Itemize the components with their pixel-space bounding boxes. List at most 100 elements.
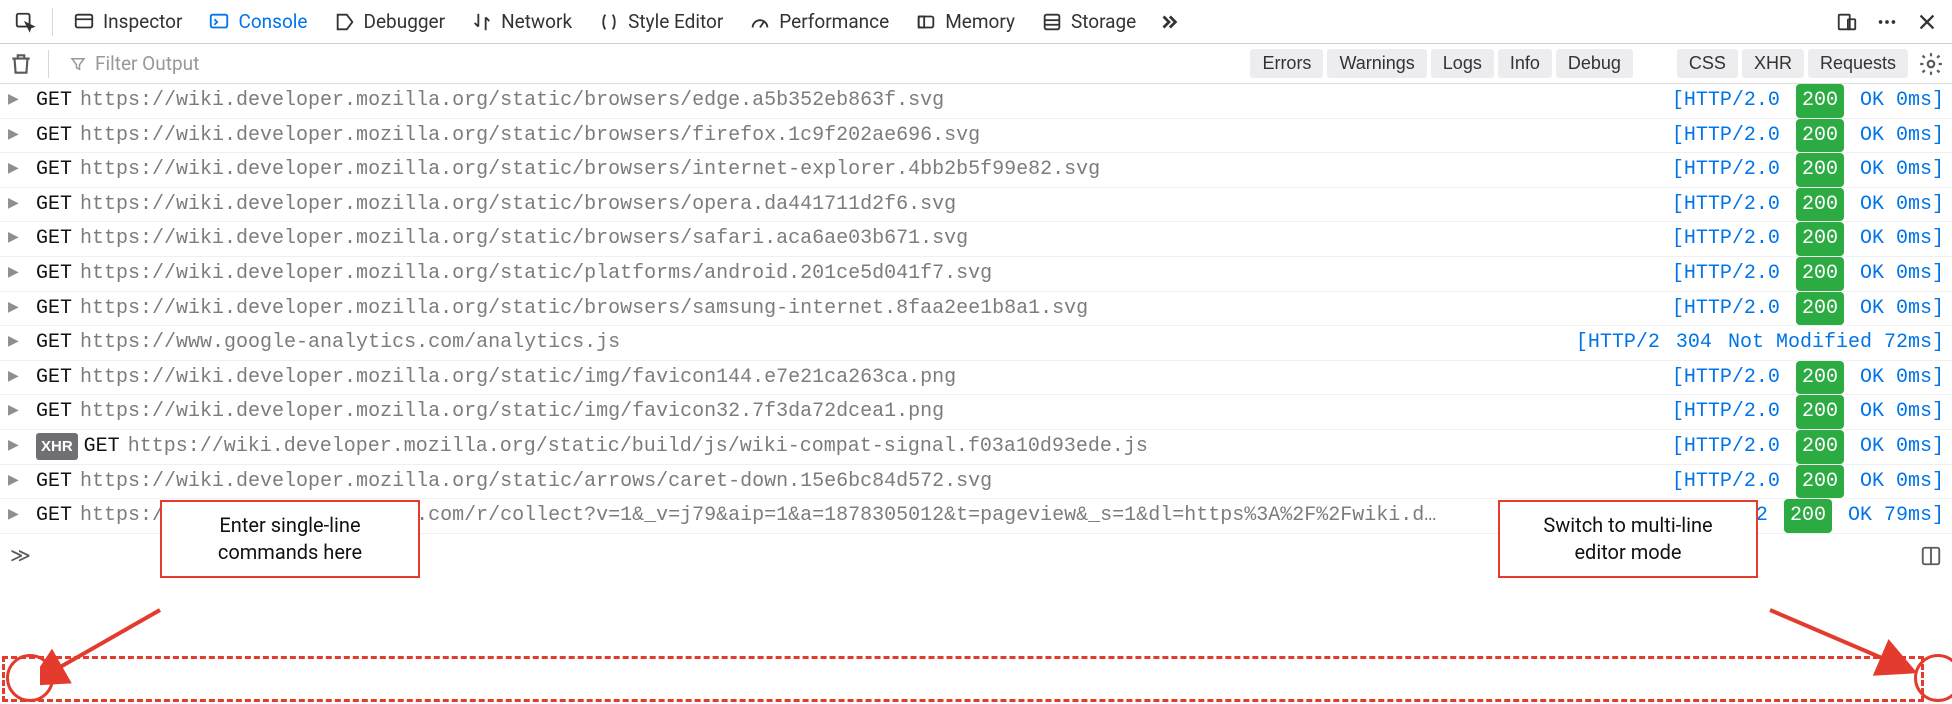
toggle-errors[interactable]: Errors [1250,49,1323,78]
xhr-badge: XHR [36,433,78,460]
response-status: [HTTP/2.0 200 OK 0ms] [1672,292,1944,326]
request-url[interactable]: https://wiki.developer.mozilla.org/stati… [80,84,1660,118]
http-method: GET [36,465,72,499]
filter-output-input[interactable]: Filter Output [63,48,1236,79]
expand-arrow-icon[interactable]: ▶ [8,504,26,528]
toggle-requests[interactable]: Requests [1808,49,1908,78]
funnel-icon [69,55,87,73]
devtools-toolbar: Inspector Console Debugger Network Style… [0,0,1952,44]
log-row[interactable]: ▶GEThttps://wiki.developer.mozilla.org/s… [0,188,1952,223]
console-filterbar: Filter Output Errors Warnings Logs Info … [0,44,1952,84]
request-url[interactable]: https://www.google-analytics.com/analyti… [80,326,1564,360]
filter-toggle-group-1: Errors Warnings Logs Info Debug [1246,49,1632,78]
console-settings-button[interactable] [1918,51,1944,77]
response-status: [HTTP/2.0 200 OK 0ms] [1672,395,1944,429]
tab-style-editor[interactable]: Style Editor [588,4,733,40]
expand-arrow-icon[interactable]: ▶ [8,227,26,251]
request-url[interactable]: https://wiki.developer.mozilla.org/stati… [80,257,1660,291]
pick-element-button[interactable] [8,4,42,40]
expand-arrow-icon[interactable]: ▶ [8,297,26,321]
kebab-menu-button[interactable] [1870,4,1904,40]
annotation-box-left: Enter single-linecommands here [160,500,420,578]
expand-arrow-icon[interactable]: ▶ [8,193,26,217]
http-method: GET [36,153,72,187]
response-status: [HTTP/2.0 200 OK 0ms] [1672,153,1944,187]
toggle-debug[interactable]: Debug [1556,49,1633,78]
log-row[interactable]: ▶GEThttps://wiki.developer.mozilla.org/s… [0,292,1952,327]
tab-network[interactable]: Network [461,4,582,40]
annotation-arrow-left [40,600,180,690]
request-url[interactable]: https://wiki.developer.mozilla.org/stati… [80,465,1660,499]
response-status: [HTTP/2.0 200 OK 0ms] [1672,361,1944,395]
http-method: GET [36,222,72,256]
annotation-arrow-right [1760,600,1930,690]
multiline-toggle-button[interactable] [1920,545,1942,567]
http-method: GET [36,499,72,533]
http-method: GET [36,257,72,291]
prompt-icon: ≫ [10,543,31,569]
request-url[interactable]: https://wiki.developer.mozilla.org/stati… [80,153,1660,187]
clear-console-button[interactable] [8,51,34,77]
log-row[interactable]: ▶ GEThttps://wiki.developer.mozilla.org/s… [0,465,1952,500]
response-status: [HTTP/2 304 Not Modified 72ms] [1576,326,1944,360]
toggle-info[interactable]: Info [1498,49,1552,78]
log-row[interactable]: ▶ GEThttps://wiki.developer.mozilla.org/s… [0,395,1952,430]
response-status: [HTTP/2.0 200 OK 0ms] [1672,430,1944,464]
request-url[interactable]: https://wiki.developer.mozilla.org/stati… [80,361,1660,395]
expand-arrow-icon[interactable]: ▶ [8,158,26,182]
tab-storage[interactable]: Storage [1031,4,1146,40]
expand-arrow-icon[interactable]: ▶ [8,366,26,390]
expand-arrow-icon[interactable]: ▶ [8,400,26,424]
annotation-circle-left [6,654,54,702]
responsive-design-button[interactable] [1830,4,1864,40]
annotation-dashed-box [2,656,1924,702]
log-row[interactable]: ▶ GEThttps://wiki.developer.mozilla.org/s… [0,222,1952,257]
http-method: GET [84,430,120,464]
tab-memory[interactable]: Memory [905,4,1025,40]
toggle-css[interactable]: CSS [1677,49,1738,78]
annotation-circle-right [1914,654,1952,702]
expand-arrow-icon[interactable]: ▶ [8,470,26,494]
expand-arrow-icon[interactable]: ▶ [8,262,26,286]
log-row[interactable]: ▶ GEThttps://wiki.developer.mozilla.org/s… [0,361,1952,396]
toggle-warnings[interactable]: Warnings [1327,49,1426,78]
tab-debugger[interactable]: Debugger [324,4,456,40]
tabs-overflow-button[interactable] [1152,4,1186,40]
response-status: [HTTP/2.0 200 OK 0ms] [1672,465,1944,499]
request-url[interactable]: https://wiki.developer.mozilla.org/stati… [80,395,1660,429]
expand-arrow-icon[interactable]: ▶ [8,331,26,355]
response-status: [HTTP/2.0 200 OK 0ms] [1672,257,1944,291]
expand-arrow-icon[interactable]: ▶ [8,89,26,113]
annotation-box-right: Switch to multi-lineeditor mode [1498,500,1758,578]
response-status: [HTTP/2.0 200 OK 0ms] [1672,119,1944,153]
request-url[interactable]: https://wiki.developer.mozilla.org/stati… [80,292,1660,326]
http-method: GET [36,361,72,395]
log-row[interactable]: ▶GEThttps://wiki.developer.mozilla.org/s… [0,119,1952,154]
log-row[interactable]: ▶ GEThttps://wiki.developer.mozilla.org/s… [0,84,1952,119]
toggle-logs[interactable]: Logs [1431,49,1494,78]
http-method: GET [36,395,72,429]
tab-performance[interactable]: Performance [739,4,899,40]
log-row[interactable]: ▶ GEThttps://wiki.developer.mozilla.org/s… [0,257,1952,292]
console-log-list: ▶GEThttps://wiki.developer.mozilla.org/s… [0,84,1952,534]
tab-console[interactable]: Console [198,4,317,40]
request-url[interactable]: https://wiki.developer.mozilla.org/stati… [80,188,1660,222]
expand-arrow-icon[interactable]: ▶ [8,435,26,459]
close-devtools-button[interactable] [1910,4,1944,40]
request-url[interactable]: https://wiki.developer.mozilla.org/stati… [80,119,1660,153]
log-row[interactable]: ▶ GEThttps://wiki.developer.mozilla.org/s… [0,153,1952,188]
log-row[interactable]: ▶ GEThttps://www.google-analytics.com/ana… [0,326,1952,361]
expand-arrow-icon[interactable]: ▶ [8,124,26,148]
http-method: GET [36,84,72,118]
response-status: [HTTP/2.0 200 OK 0ms] [1672,188,1944,222]
filter-placeholder: Filter Output [95,52,199,75]
toggle-xhr[interactable]: XHR [1742,49,1804,78]
response-status: [HTTP/2.0 200 OK 0ms] [1672,84,1944,118]
request-url[interactable]: https://wiki.developer.mozilla.org/stati… [128,430,1660,464]
tab-inspector[interactable]: Inspector [63,4,192,40]
request-url[interactable]: https://wiki.developer.mozilla.org/stati… [80,222,1660,256]
filter-toggle-group-2: CSS XHR Requests [1673,49,1908,78]
response-status: [HTTP/2.0 200 OK 0ms] [1672,222,1944,256]
log-row[interactable]: ▶ XHRGEThttps://wiki.developer.mozilla.or… [0,430,1952,465]
http-method: GET [36,326,72,360]
